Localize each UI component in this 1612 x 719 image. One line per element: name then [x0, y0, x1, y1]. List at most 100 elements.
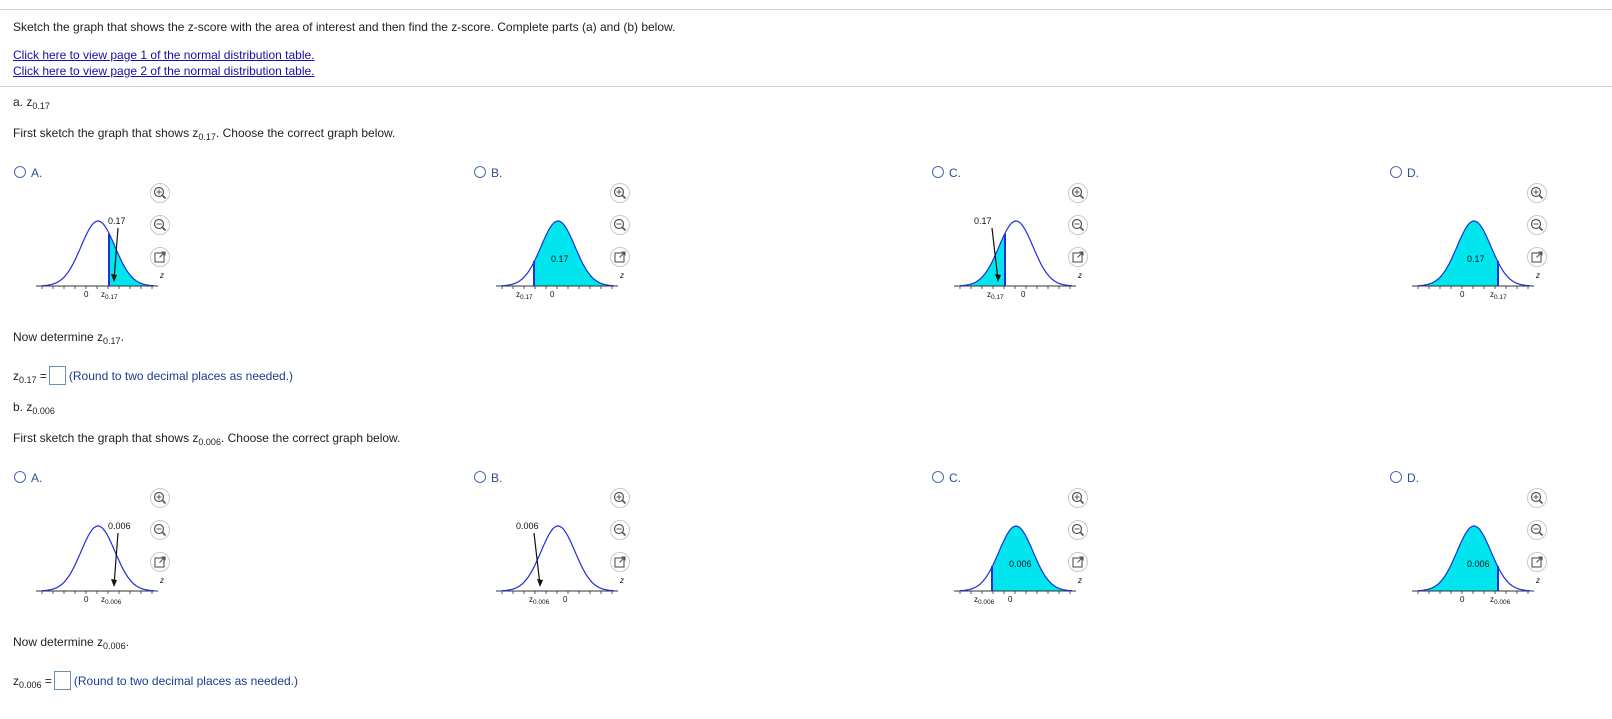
part-a-determine-post: .: [120, 330, 124, 344]
normal-curve-graph: 0.17 z 0 z0.17: [954, 216, 1082, 299]
partb-option-a[interactable]: A.: [14, 471, 42, 485]
parta-option-d[interactable]: D.: [1390, 166, 1419, 180]
parta-option-c[interactable]: C.: [932, 166, 961, 180]
axis-variable-label: z: [1077, 271, 1082, 280]
option-label: C.: [949, 471, 961, 485]
pointer-arrow-head: [111, 579, 117, 587]
pointer-arrow: [113, 532, 119, 586]
popout-icon[interactable]: [1527, 552, 1547, 572]
pointer-arrow-head: [537, 579, 543, 587]
z-tick-label-sub: 0.17: [1494, 294, 1507, 299]
normal-curve-graph: 0.006 z 0 z0.006: [1412, 525, 1540, 604]
zoom-in-icon[interactable]: [610, 488, 630, 508]
partb-option-d[interactable]: D.: [1390, 471, 1419, 485]
zoom-out-icon[interactable]: [150, 520, 170, 540]
z-tick-label-sub: 0.17: [105, 294, 118, 299]
radio-button[interactable]: [1390, 471, 1402, 483]
zoom-out-icon[interactable]: [1068, 215, 1088, 235]
part-b-z-sub: 0.006: [32, 406, 55, 416]
part-a-answer-row: z0.17 = (Round to two decimal places as n…: [13, 366, 293, 385]
normal-curve-graph: 0.17 z 0 z0.17: [496, 220, 624, 299]
area-label: 0.006: [1009, 559, 1032, 569]
popout-icon-glyph: [1531, 556, 1543, 568]
popout-icon-glyph: [614, 251, 626, 263]
normal-table-page1-link[interactable]: Click here to view page 1 of the normal …: [13, 48, 315, 62]
zoom-out-icon[interactable]: [1527, 215, 1547, 235]
zoom-out-icon[interactable]: [150, 215, 170, 235]
popout-icon[interactable]: [610, 247, 630, 267]
popout-icon-glyph: [1531, 251, 1543, 263]
zoom-in-icon[interactable]: [1527, 183, 1547, 203]
part-a-sketch-post: . Choose the correct graph below.: [215, 126, 396, 140]
z-tick-label-sub: 0.006: [1494, 599, 1511, 604]
parta-option-b[interactable]: B.: [474, 166, 502, 180]
parta-option-a[interactable]: A.: [14, 166, 42, 180]
zoom-in-icon[interactable]: [1068, 183, 1088, 203]
normal-curve-graph: 0.17 z 0 z0.17: [36, 216, 164, 299]
popout-icon[interactable]: [150, 552, 170, 572]
part-a-z-sub: 0.17: [32, 101, 50, 111]
zoom-in-icon[interactable]: [1527, 488, 1547, 508]
radio-button[interactable]: [14, 471, 26, 483]
zoom-in-icon[interactable]: [150, 488, 170, 508]
z-tick-label-sub: 0.17: [991, 294, 1004, 299]
popout-icon[interactable]: [1068, 247, 1088, 267]
axis-variable-label: z: [1535, 271, 1540, 280]
zoom-in-icon-glyph: [1530, 491, 1544, 505]
zoom-out-icon[interactable]: [1527, 520, 1547, 540]
axis-variable-label: z: [619, 271, 624, 280]
radio-button[interactable]: [474, 166, 486, 178]
radio-button[interactable]: [474, 471, 486, 483]
radio-button[interactable]: [932, 471, 944, 483]
popout-icon-glyph: [1072, 556, 1084, 568]
part-a-prefix: a.: [13, 95, 24, 109]
normal-curve-graph: 0.006 z 0 z0.006: [36, 521, 164, 604]
z-tick-label: z0.006: [529, 595, 550, 604]
zoom-out-icon-glyph: [613, 523, 627, 537]
part-a-answer-input[interactable]: [48, 366, 66, 385]
z-tick-label-sub: 0.006: [978, 599, 995, 604]
radio-button[interactable]: [932, 166, 944, 178]
part-b-answer-input[interactable]: [53, 671, 71, 690]
popout-icon[interactable]: [1068, 552, 1088, 572]
z-tick-label: z0.17: [516, 290, 533, 299]
zero-tick-label: 0: [84, 290, 89, 299]
option-label: D.: [1407, 471, 1419, 485]
zoom-in-icon[interactable]: [610, 183, 630, 203]
radio-button[interactable]: [14, 166, 26, 178]
area-label: 0.006: [516, 521, 539, 531]
zoom-out-icon-glyph: [153, 218, 167, 232]
zero-tick-label: 0: [1460, 595, 1465, 604]
zoom-out-icon-glyph: [1530, 523, 1544, 537]
normal-curve: [959, 220, 1073, 287]
area-label: 0.006: [108, 521, 131, 531]
popout-icon[interactable]: [1527, 247, 1547, 267]
part-a-answer-hint: (Round to two decimal places as needed.): [68, 369, 294, 383]
zero-tick-label: 0: [1460, 290, 1465, 299]
normal-curve: [41, 525, 155, 592]
zoom-in-icon[interactable]: [150, 183, 170, 203]
popout-icon-glyph: [614, 556, 626, 568]
radio-button[interactable]: [1390, 166, 1402, 178]
axis-variable-label: z: [1535, 576, 1540, 585]
part-a-answer-eq: =: [39, 369, 47, 383]
part-a-answer-sub: 0.17: [19, 375, 37, 385]
zoom-out-icon-glyph: [1071, 523, 1085, 537]
normal-table-page2-link[interactable]: Click here to view page 2 of the normal …: [13, 64, 315, 78]
partb-option-b[interactable]: B.: [474, 471, 502, 485]
popout-icon-glyph: [1072, 251, 1084, 263]
option-label: C.: [949, 166, 961, 180]
axis-variable-label: z: [1077, 576, 1082, 585]
option-label: A.: [31, 471, 43, 485]
zoom-out-icon[interactable]: [610, 215, 630, 235]
popout-icon[interactable]: [150, 247, 170, 267]
partb-option-c[interactable]: C.: [932, 471, 961, 485]
zoom-in-icon[interactable]: [1068, 488, 1088, 508]
part-a-determine-sub: 0.17: [103, 336, 121, 346]
zoom-out-icon[interactable]: [610, 520, 630, 540]
part-b-sketch-post: . Choose the correct graph below.: [220, 431, 401, 445]
normal-curve: [41, 220, 155, 287]
zoom-out-icon[interactable]: [1068, 520, 1088, 540]
popout-icon[interactable]: [610, 552, 630, 572]
part-b-answer-sub: 0.006: [19, 680, 42, 690]
